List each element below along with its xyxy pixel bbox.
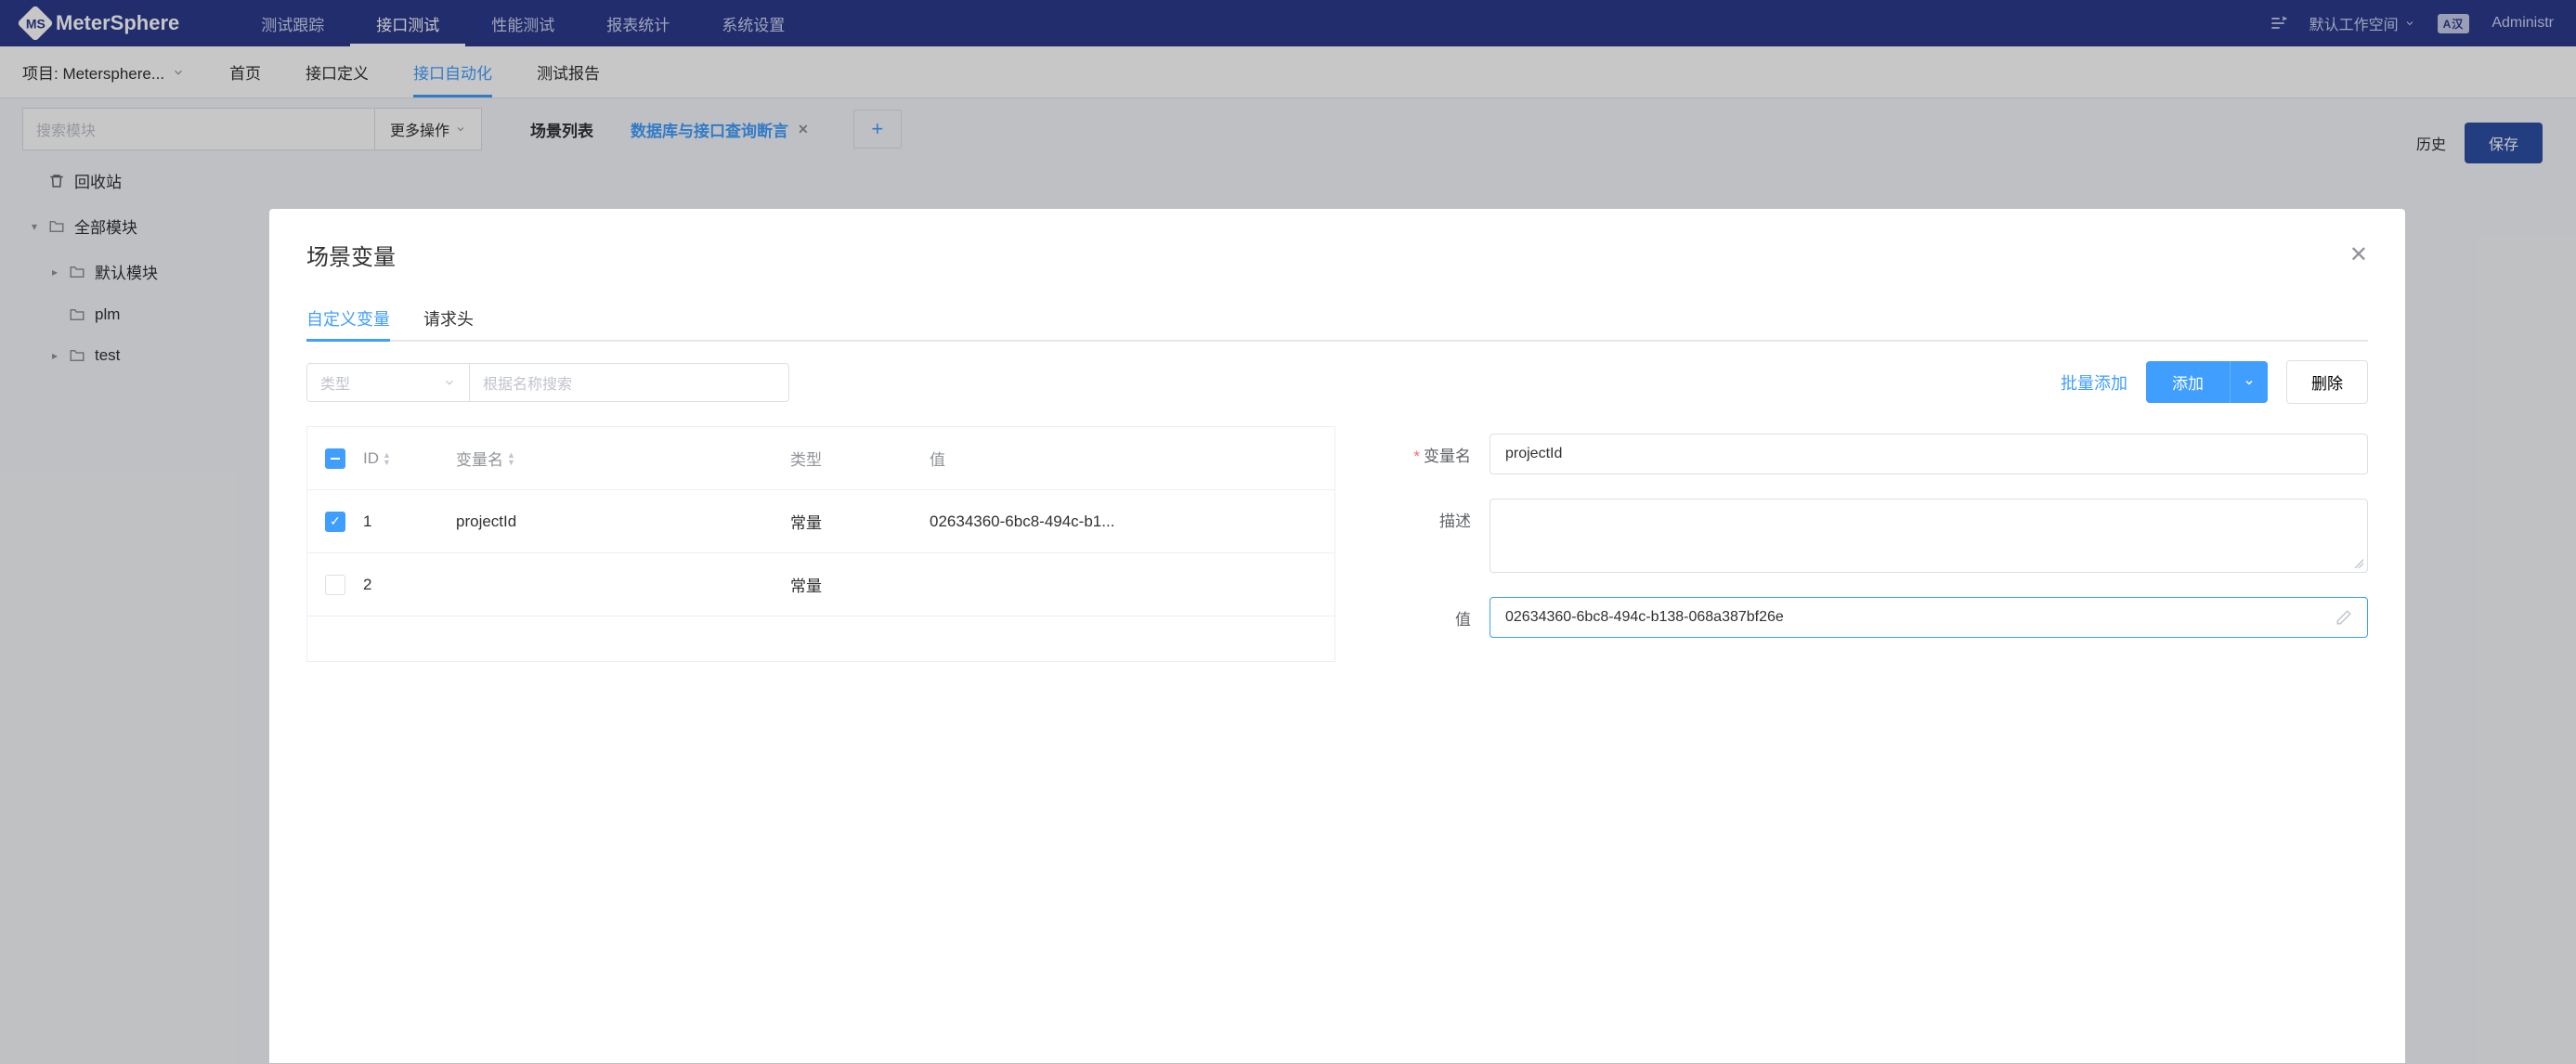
variable-form: *变量名 projectId 描述 值 02634360-6bc8-494c-b…	[1369, 426, 2368, 662]
value-label: 值	[1369, 597, 1490, 629]
modal-toolbar-right: 批量添加 添加 删除	[2061, 360, 2368, 404]
sort-icon: ▲▼	[507, 451, 515, 466]
table-header: ID ▲▼ 变量名 ▲▼ 类型 值	[307, 427, 1334, 490]
table-row[interactable]: 2 常量	[307, 553, 1334, 616]
row-checkbox[interactable]	[325, 575, 345, 595]
modal-tab-request-headers[interactable]: 请求头	[423, 297, 474, 340]
name-search-input[interactable]: 根据名称搜索	[470, 363, 789, 402]
col-header-id[interactable]: ID ▲▼	[363, 449, 456, 468]
chevron-down-icon	[2244, 377, 2255, 388]
chevron-down-icon	[443, 376, 456, 389]
desc-label: 描述	[1369, 499, 1490, 531]
col-header-type: 类型	[790, 447, 930, 470]
close-icon[interactable]: ✕	[2349, 241, 2368, 268]
variable-table: ID ▲▼ 变量名 ▲▼ 类型 值 ✓ 1 projectId 常量	[306, 426, 1335, 662]
row-checkbox[interactable]: ✓	[325, 512, 345, 532]
table-row[interactable]: ✓ 1 projectId 常量 02634360-6bc8-494c-b1..…	[307, 490, 1334, 553]
modal-toolbar: 类型 根据名称搜索 批量添加 添加 删除	[306, 360, 2368, 404]
var-name-label: *变量名	[1369, 434, 1490, 466]
sort-icon: ▲▼	[383, 451, 391, 466]
modal-title: 场景变量	[306, 239, 396, 271]
scenario-variable-modal: 场景变量 ✕ 自定义变量 请求头 类型 根据名称搜索 批量添加 添加 删除	[269, 209, 2405, 1063]
add-button[interactable]: 添加	[2146, 361, 2230, 403]
col-header-value: 值	[930, 447, 1334, 470]
form-row-desc: 描述	[1369, 499, 2368, 573]
modal-body: ID ▲▼ 变量名 ▲▼ 类型 值 ✓ 1 projectId 常量	[306, 426, 2368, 662]
modal-tabs: 自定义变量 请求头	[306, 297, 2368, 342]
col-header-name[interactable]: 变量名 ▲▼	[456, 447, 790, 470]
desc-textarea[interactable]	[1490, 499, 2368, 573]
var-name-input[interactable]: projectId	[1490, 434, 2368, 474]
batch-add-link[interactable]: 批量添加	[2061, 370, 2127, 395]
select-all-checkbox[interactable]	[325, 448, 345, 469]
add-button-dropdown[interactable]	[2230, 361, 2268, 403]
value-input[interactable]: 02634360-6bc8-494c-b138-068a387bf26e	[1490, 597, 2368, 638]
form-row-name: *变量名 projectId	[1369, 434, 2368, 474]
form-row-value: 值 02634360-6bc8-494c-b138-068a387bf26e	[1369, 597, 2368, 638]
edit-icon[interactable]	[2335, 609, 2352, 626]
delete-button[interactable]: 删除	[2286, 360, 2368, 404]
add-button-group: 添加	[2146, 361, 2268, 403]
modal-header: 场景变量 ✕	[306, 239, 2368, 271]
type-filter-select[interactable]: 类型	[306, 363, 470, 402]
modal-tab-custom-vars[interactable]: 自定义变量	[306, 297, 390, 340]
